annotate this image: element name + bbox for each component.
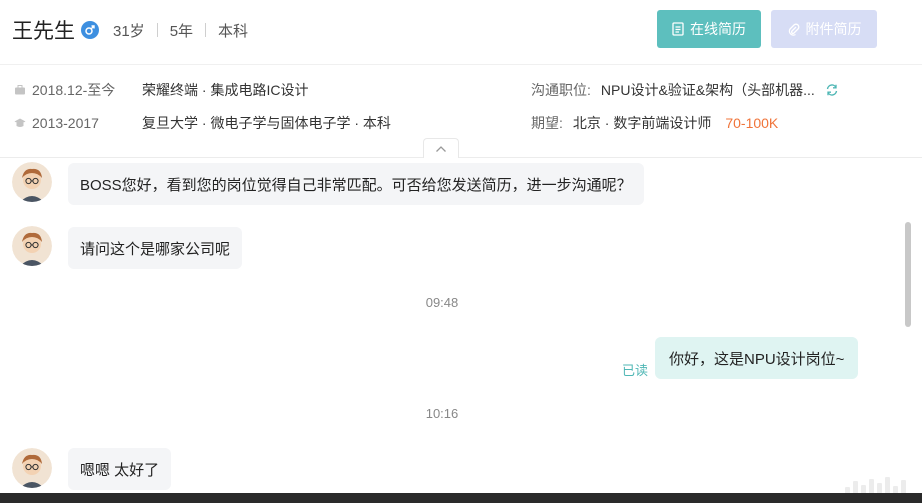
attachment-icon [788,23,799,36]
expect-label: 期望: [531,115,563,131]
expectation-row: 期望: 北京 · 数字前端设计师 70-100K [531,113,778,133]
candidate-education: 本科 [218,22,249,40]
candidate-age: 31岁 [113,22,145,40]
person-icon [12,448,52,488]
work-org: 荣耀终端 · 集成电路IC设计 [142,82,309,98]
collapse-toggle[interactable] [423,138,459,158]
timestamp: 09:48 [425,295,459,310]
message-bubble: 请问这个是哪家公司呢 [68,227,243,269]
education-row: 2013-2017 复旦大学 · 微电子学与固体电子学 · 本科 [14,113,391,133]
avatar[interactable] [12,226,52,266]
divider [205,23,207,37]
scrollbar[interactable] [905,222,911,327]
graduation-cap-icon [14,118,26,127]
position-row: 沟通职位: NPU设计&验证&架构（头部机器... [531,80,839,100]
chat-panel: BOSS您好，看到您的岗位觉得自己非常匹配。可否给您发送简历，进一步沟通呢？ 请… [0,158,922,503]
online-resume-button[interactable]: 在线简历 [657,10,761,48]
candidate-header: 王先生 31岁 5年 本科 在线简历 附件简历 2018.12-至今 荣耀终端 … [0,0,922,158]
switch-icon[interactable] [825,83,839,97]
expect-value: 北京 · 数字前端设计师 [572,115,712,131]
expect-salary: 70-100K [725,115,779,131]
school-dates: 2013-2017 [32,115,99,131]
work-experience-row: 2018.12-至今 荣耀终端 · 集成电路IC设计 [14,80,308,100]
document-icon [672,22,684,36]
attachment-resume-label: 附件简历 [805,21,862,37]
position-value: NPU设计&验证&架构（头部机器... [600,82,815,98]
avatar[interactable] [12,448,52,488]
candidate-experience: 5年 [169,22,194,40]
read-status: 已读 [622,363,649,378]
male-icon [81,21,99,39]
person-icon [12,226,52,266]
message-bubble: 嗯嗯 太好了 [68,448,172,490]
chevron-up-icon [436,145,446,152]
work-dates: 2018.12-至今 [32,82,116,98]
person-icon [12,162,52,202]
position-label: 沟通职位: [531,82,591,98]
online-resume-label: 在线简历 [690,21,746,37]
candidate-summary: 王先生 31岁 5年 本科 [12,14,248,46]
message-bubble-outgoing: 你好，这是NPU设计岗位~ [655,337,859,379]
avatar[interactable] [12,162,52,202]
briefcase-icon [15,85,25,95]
timestamp: 10:16 [425,406,459,421]
divider [156,23,158,37]
school-org: 复旦大学 · 微电子学与固体电子学 · 本科 [142,115,391,131]
bottom-border [0,493,922,503]
attachment-resume-button[interactable]: 附件简历 [771,10,877,48]
header-divider [0,64,922,65]
message-bubble: BOSS您好，看到您的岗位觉得自己非常匹配。可否给您发送简历，进一步沟通呢？ [68,163,644,205]
candidate-name: 王先生 [12,20,75,43]
